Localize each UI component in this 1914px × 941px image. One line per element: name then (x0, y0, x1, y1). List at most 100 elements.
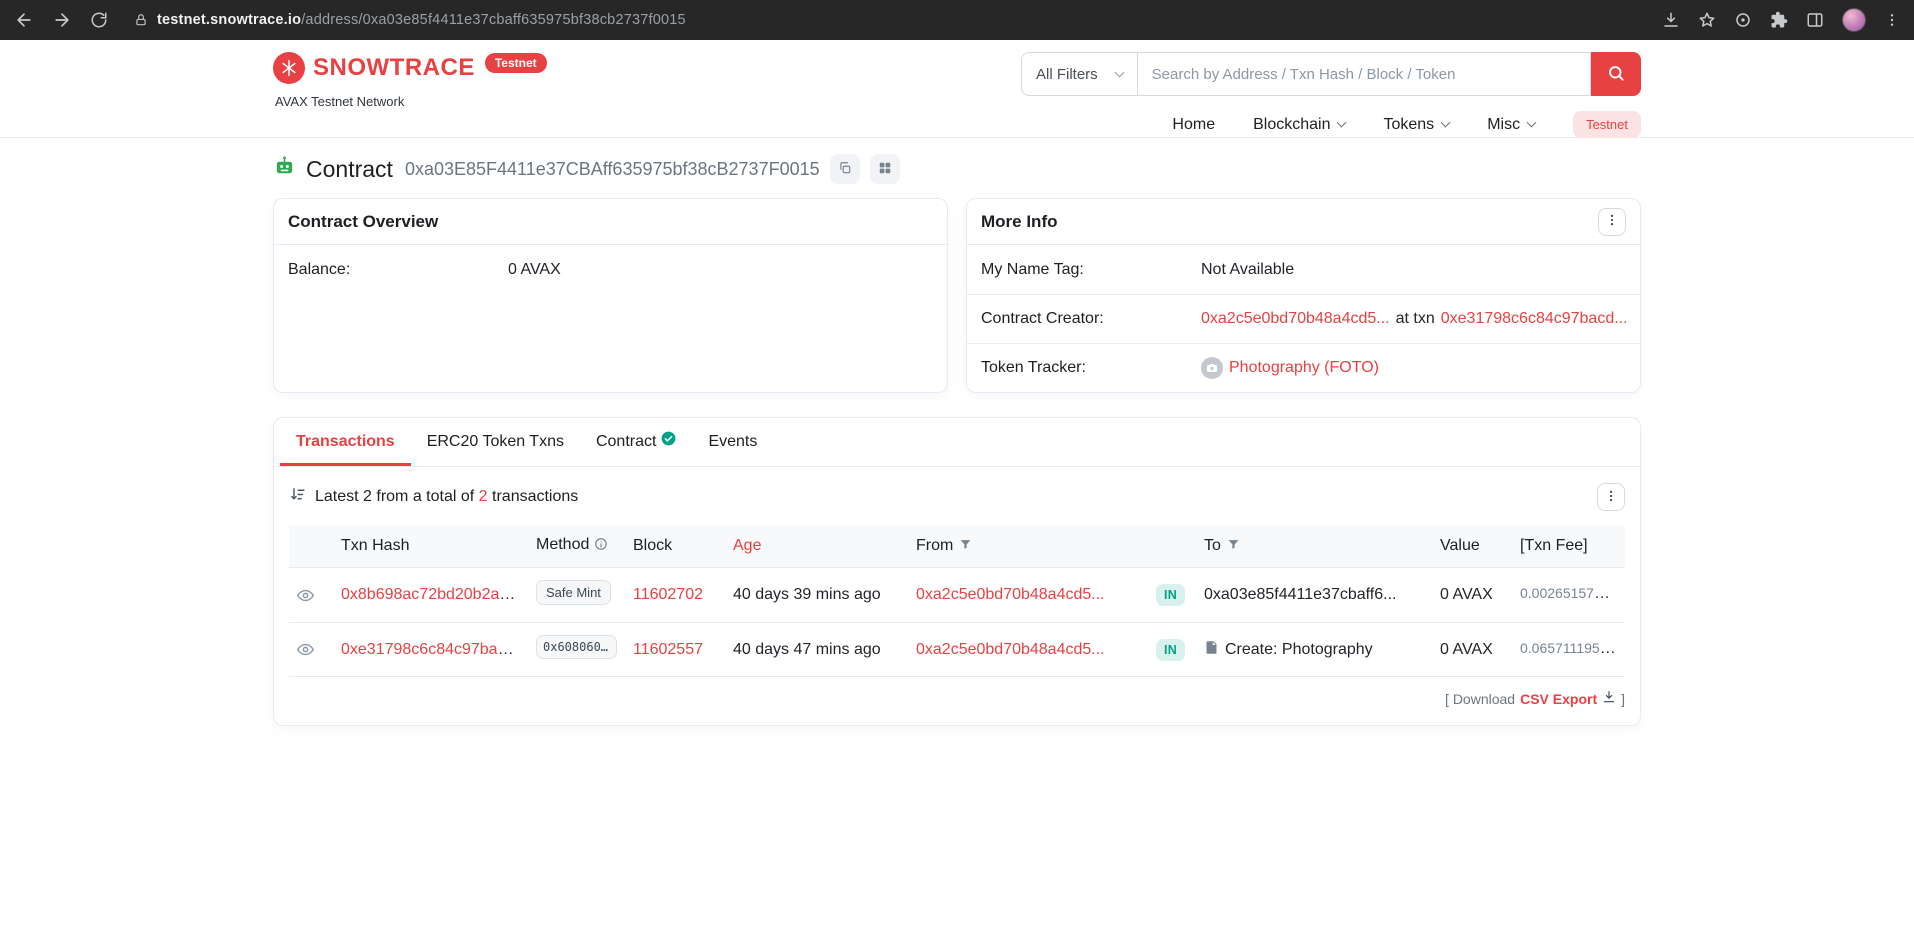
nav-item-misc[interactable]: Misc (1487, 116, 1535, 134)
age-cell: 40 days 47 mins ago (725, 623, 908, 677)
balance-row: Balance: 0 AVAX (274, 245, 947, 294)
col-block: Block (625, 525, 725, 568)
copy-icon (838, 161, 852, 178)
nav-item-home[interactable]: Home (1172, 116, 1215, 134)
balance-label: Balance: (288, 261, 508, 279)
extensions-puzzle-icon[interactable] (1770, 11, 1788, 29)
col-eye (289, 525, 333, 568)
to-filter-icon[interactable] (1227, 538, 1240, 554)
block-link[interactable]: 11602702 (633, 586, 703, 603)
tab-label: Events (708, 433, 757, 451)
txn-fee: 0.065711195 (1520, 640, 1616, 657)
method-badge: Safe Mint (536, 580, 611, 605)
contract-icon (1204, 640, 1219, 660)
col-method: Method (528, 525, 625, 568)
tab-erc20-token-txns[interactable]: ERC20 Token Txns (411, 418, 580, 466)
from-filter-icon[interactable] (959, 538, 972, 554)
copy-address-button[interactable] (830, 154, 860, 184)
transaction-row: 0x8b698ac72bd20b2a64... Safe Mint 116027… (289, 568, 1625, 623)
creator-txn-link[interactable]: 0xe31798c6c84c97bacd... (1441, 310, 1626, 328)
col-value: Value (1432, 525, 1512, 568)
direction-badge: IN (1156, 639, 1185, 661)
browser-profile-avatar[interactable] (1842, 8, 1866, 32)
csv-suffix: ] (1621, 691, 1625, 707)
browser-back-icon[interactable] (14, 10, 34, 30)
name-tag-label: My Name Tag: (981, 261, 1201, 279)
sort-icon[interactable] (289, 486, 306, 508)
chevron-down-icon (1441, 118, 1451, 128)
tab-label: Contract (596, 433, 656, 451)
verified-check-icon (661, 431, 676, 446)
table-header-row: Txn Hash Method Block Age From To Value … (289, 525, 1625, 568)
split-view-icon[interactable] (1806, 11, 1824, 29)
tab-contract[interactable]: Contract (580, 418, 692, 466)
to-address: Create: Photography (1225, 641, 1373, 659)
tx-summary-text: Latest 2 from a total of 2 transactions (315, 488, 578, 506)
search-input[interactable] (1138, 52, 1591, 96)
info-icon[interactable] (594, 538, 608, 555)
direction-badge: IN (1156, 584, 1185, 606)
download-icon[interactable] (1662, 11, 1680, 29)
main-nav-items: Home Blockchain Tokens Misc (1172, 116, 1535, 134)
more-info-card-title: More Info (981, 212, 1058, 232)
from-address-link[interactable]: 0xa2c5e0bd70b48a4cd5... (916, 586, 1105, 603)
eye-icon[interactable] (297, 641, 314, 658)
token-logo-icon (1201, 357, 1223, 379)
transaction-row: 0xe31798c6c84c97bacd... 0x60806040 11602… (289, 623, 1625, 677)
contract-overview-card: Contract Overview Balance: 0 AVAX (273, 198, 948, 393)
browser-forward-icon[interactable] (52, 10, 72, 30)
network-label: AVAX Testnet Network (275, 94, 547, 109)
bookmark-star-icon[interactable] (1698, 11, 1716, 29)
col-age-sort[interactable]: Age (725, 525, 908, 568)
tx-card-menu-button[interactable] (1597, 483, 1625, 511)
apps-grid-button[interactable] (870, 154, 900, 184)
col-txn-hash: Txn Hash (333, 525, 528, 568)
url-path: /address/0xa03e85f4411e37cbaff635975bf38… (301, 12, 686, 28)
nav-item-tokens[interactable]: Tokens (1383, 116, 1449, 134)
chevron-down-icon (1337, 118, 1347, 128)
name-tag-row: My Name Tag: Not Available (967, 245, 1640, 294)
search-bar: All Filters (1021, 52, 1641, 96)
tx-table-body: 0x8b698ac72bd20b2a64... Safe Mint 116027… (289, 568, 1625, 677)
tab-transactions[interactable]: Transactions (280, 418, 411, 466)
nav-item-blockchain[interactable]: Blockchain (1253, 116, 1345, 134)
txn-hash-link[interactable]: 0xe31798c6c84c97bacd... (341, 641, 528, 658)
col-txn-fee: [Txn Fee] (1512, 525, 1625, 568)
csv-export-link[interactable]: CSV Export (1520, 691, 1597, 707)
creator-address-link[interactable]: 0xa2c5e0bd70b48a4cd5... (1201, 310, 1390, 328)
age-cell: 40 days 39 mins ago (725, 568, 908, 623)
txn-fee: 0.0026515775 (1520, 585, 1610, 602)
address-bar[interactable]: testnet.snowtrace.io/address/0xa03e85f44… (134, 12, 1644, 28)
method-badge: 0x60806040 (536, 635, 617, 659)
chevron-down-icon (1114, 67, 1124, 77)
eye-icon[interactable] (297, 587, 314, 604)
value-cell: 0 AVAX (1432, 623, 1512, 677)
search-icon (1607, 64, 1625, 85)
name-tag-value: Not Available (1201, 261, 1294, 279)
more-info-card: More Info My Name Tag: Not Available Con… (966, 198, 1641, 393)
csv-prefix: [ Download (1445, 691, 1515, 707)
search-filters-dropdown[interactable]: All Filters (1021, 52, 1138, 96)
more-info-menu-button[interactable] (1598, 208, 1626, 236)
token-tracker-row: Token Tracker: Photography (FOTO) (967, 343, 1640, 392)
snowtrace-logo[interactable]: SNOWTRACE Testnet (273, 52, 547, 84)
value-cell: 0 AVAX (1432, 568, 1512, 623)
browser-menu-icon[interactable] (1884, 12, 1900, 28)
lightbulb-icon (1614, 586, 1625, 605)
url-text: testnet.snowtrace.io/address/0xa03e85f44… (157, 12, 686, 28)
lock-icon (134, 13, 148, 27)
contract-creator-label: Contract Creator: (981, 310, 1201, 328)
block-link[interactable]: 11602557 (633, 641, 703, 658)
page-title: Contract (306, 156, 393, 183)
search-button[interactable] (1591, 52, 1641, 96)
extension-icon[interactable] (1734, 11, 1752, 29)
token-tracker-link[interactable]: Photography (FOTO) (1229, 359, 1379, 377)
page-title-row: Contract 0xa03E85F4411e37CBAff635975bf38… (273, 154, 1641, 184)
testnet-network-button[interactable]: Testnet (1573, 111, 1641, 138)
tab-events[interactable]: Events (692, 418, 773, 466)
from-address-link[interactable]: 0xa2c5e0bd70b48a4cd5... (916, 641, 1105, 658)
search-filters-label: All Filters (1036, 66, 1098, 83)
txn-hash-link[interactable]: 0x8b698ac72bd20b2a64... (341, 586, 528, 603)
to-address: 0xa03e85f4411e37cbaff6... (1204, 586, 1396, 604)
browser-reload-icon[interactable] (90, 11, 108, 29)
